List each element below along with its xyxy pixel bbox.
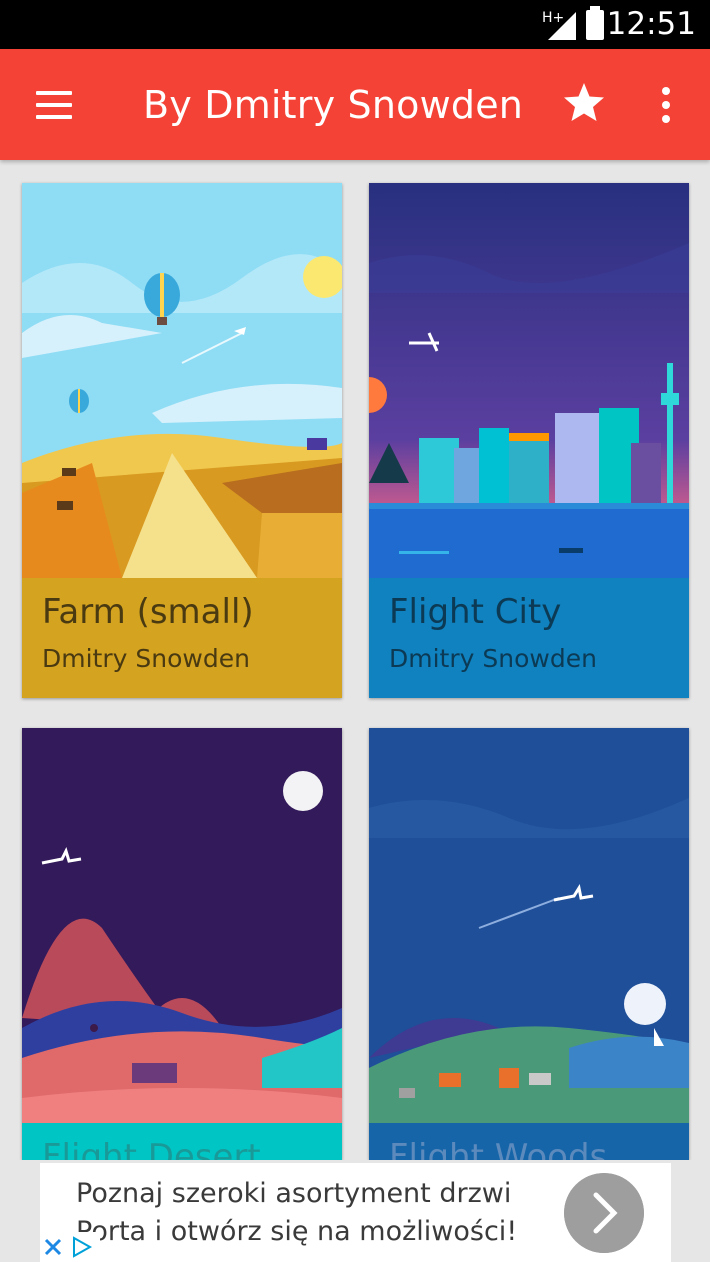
wallpaper-card-flight-city[interactable]: Flight City Dmitry Snowden	[369, 183, 689, 698]
hamburger-menu-icon[interactable]	[30, 83, 78, 127]
app-bar: By Dmitry Snowden	[0, 49, 710, 160]
wallpaper-card-flight-woods[interactable]: Flight Woods	[369, 728, 689, 1160]
card-author: Dmitry Snowden	[389, 644, 597, 673]
status-bar: H+ 12:51	[0, 0, 710, 49]
card-title: Flight City	[389, 592, 562, 632]
ad-text: Poznaj szeroki asortyment drzwi Porta i …	[76, 1175, 556, 1251]
card-caption: Farm (small) Dmitry Snowden	[22, 578, 342, 698]
wallpaper-grid: Farm (small) Dmitry Snowden Flight City …	[0, 160, 710, 1160]
card-title: Flight Desert	[42, 1137, 261, 1160]
card-caption: Flight Desert	[22, 1123, 342, 1160]
wallpaper-card-flight-desert[interactable]: Flight Desert	[22, 728, 342, 1160]
ad-line: Porta i otwórz się na możliwości!	[76, 1216, 518, 1247]
flight-city-artwork	[369, 183, 689, 578]
card-author: Dmitry Snowden	[42, 644, 250, 673]
card-caption: Flight City Dmitry Snowden	[369, 578, 689, 698]
flight-desert-artwork	[22, 728, 342, 1123]
wallpaper-card-farm[interactable]: Farm (small) Dmitry Snowden	[22, 183, 342, 698]
card-title: Flight Woods	[389, 1137, 608, 1160]
chevron-right-icon[interactable]	[564, 1173, 644, 1253]
ad-banner[interactable]: Poznaj szeroki asortyment drzwi Porta i …	[40, 1163, 671, 1262]
status-time: 12:51	[606, 6, 696, 42]
more-vert-icon[interactable]	[646, 79, 686, 127]
ad-line: Poznaj szeroki asortyment drzwi	[76, 1178, 512, 1209]
star-icon[interactable]	[560, 79, 608, 127]
network-type-label: H+	[542, 10, 564, 26]
page-title: By Dmitry Snowden	[143, 83, 524, 127]
card-caption: Flight Woods	[369, 1123, 689, 1160]
flight-woods-artwork	[369, 728, 689, 1123]
card-title: Farm (small)	[42, 592, 254, 632]
farm-artwork	[22, 183, 342, 578]
close-icon[interactable]	[40, 1232, 100, 1262]
